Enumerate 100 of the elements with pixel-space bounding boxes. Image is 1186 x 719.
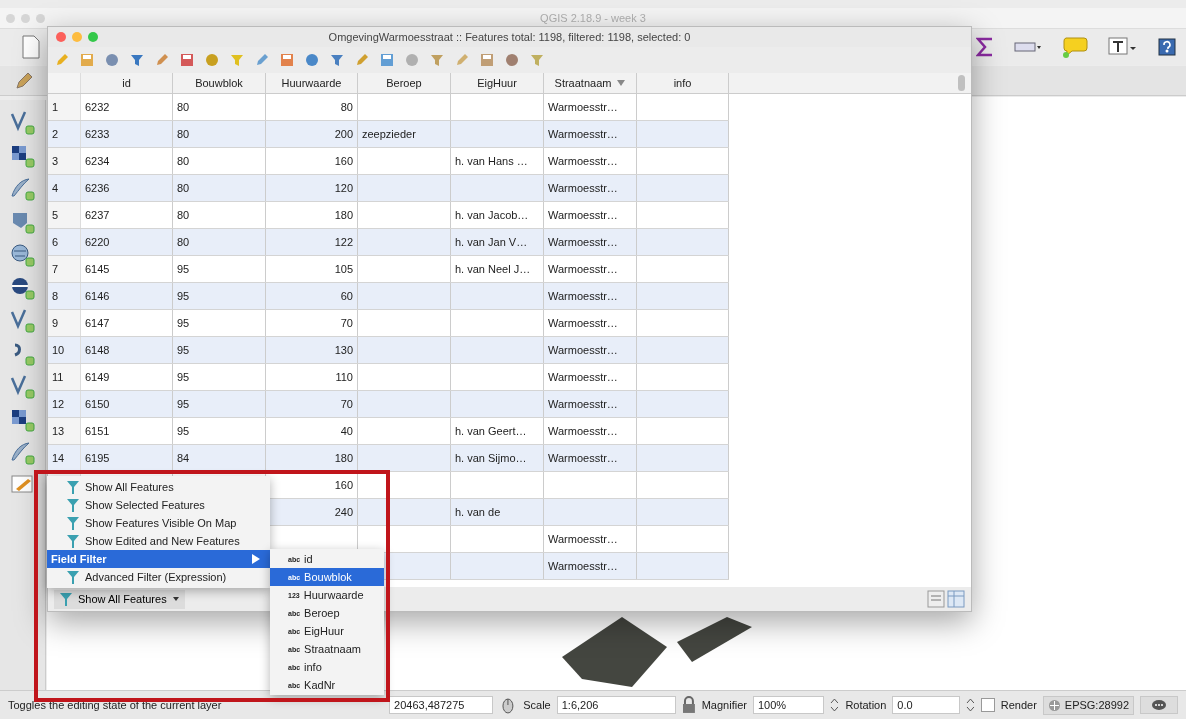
- column-header[interactable]: id: [81, 73, 173, 93]
- spinner-icon[interactable]: [830, 697, 840, 713]
- row-number[interactable]: 7: [48, 256, 81, 282]
- window-title: QGIS 2.18.9 - week 3: [540, 12, 646, 24]
- spinner-icon[interactable]: [965, 697, 975, 713]
- table-cell: Warmoesstr…: [548, 128, 618, 140]
- rotation-field[interactable]: 0.0: [892, 696, 960, 714]
- table-cell: 80: [177, 128, 190, 140]
- row-number[interactable]: 3: [48, 148, 81, 174]
- submenu-arrow-icon: [252, 554, 260, 564]
- filter-icon: [67, 516, 79, 530]
- add-layer-icon[interactable]: [8, 242, 37, 268]
- column-header[interactable]: Beroep: [358, 73, 451, 93]
- toolbar-icon[interactable]: [154, 52, 170, 68]
- table-cell: Warmoesstr…: [548, 209, 618, 221]
- table-cell: 6220: [85, 236, 110, 248]
- close-button[interactable]: [56, 32, 66, 42]
- table-cell: 180: [334, 452, 353, 464]
- add-layer-icon[interactable]: [8, 374, 37, 400]
- scale-field[interactable]: 1:6,206: [556, 696, 676, 714]
- menu-item[interactable]: Show Features Visible On Map: [47, 514, 270, 532]
- render-checkbox[interactable]: [980, 698, 995, 712]
- toolbar-icon[interactable]: [379, 52, 395, 68]
- text-annotation-icon[interactable]: [1108, 37, 1138, 57]
- column-header[interactable]: Straatnaam: [544, 73, 637, 93]
- table-cell: 105: [334, 263, 353, 275]
- edit-icon[interactable]: [9, 473, 36, 495]
- column-header[interactable]: Bouwblok: [173, 73, 266, 93]
- menu-item[interactable]: Show All Features: [47, 478, 270, 496]
- toolbar-icon[interactable]: [129, 52, 145, 68]
- column-header[interactable]: EigHuur: [451, 73, 544, 93]
- toolbar-icon[interactable]: [179, 52, 195, 68]
- menu-item[interactable]: Field Filter: [47, 550, 270, 568]
- toolbar-icon[interactable]: [204, 52, 220, 68]
- toolbar-icon[interactable]: [54, 52, 70, 68]
- table-cell: 6195: [85, 452, 110, 464]
- table-cell: 6232: [85, 101, 110, 113]
- row-number[interactable]: 11: [48, 364, 81, 390]
- filter-icon: [67, 480, 79, 494]
- row-number[interactable]: 5: [48, 202, 81, 228]
- table-cell: 200: [334, 128, 353, 140]
- ruler-icon[interactable]: [1014, 40, 1042, 54]
- table-cell: h. van Sijmo…: [455, 452, 527, 464]
- table-cell: 240: [334, 506, 353, 518]
- window-title: OmgevingWarmoesstraat :: Features total: 1198, filtered: 1198, selected: 0: [328, 31, 691, 43]
- pencil-icon[interactable]: [14, 70, 34, 91]
- toolbar-icon[interactable]: [254, 52, 270, 68]
- table-cell: Warmoesstr…: [548, 344, 618, 356]
- table-cell: Warmoesstr…: [548, 263, 618, 275]
- toolbar-icon[interactable]: [429, 52, 445, 68]
- table-view-icon[interactable]: [947, 590, 965, 608]
- crs-button[interactable]: EPSG:28992: [1042, 695, 1134, 715]
- toolbar-icon[interactable]: [104, 52, 120, 68]
- toolbar-icon[interactable]: [504, 52, 520, 68]
- toolbar-icon[interactable]: [79, 52, 95, 68]
- render-label: Render: [1000, 699, 1037, 711]
- menu-item[interactable]: Show Edited and New Features: [47, 532, 270, 550]
- filter-dropdown-button[interactable]: Show All Features: [54, 589, 185, 609]
- coordinate-field[interactable]: 20463,487275: [389, 696, 494, 714]
- caret-icon: [172, 597, 179, 601]
- table-cell: h. van Geert…: [455, 425, 527, 437]
- toolbar-icon[interactable]: [329, 52, 345, 68]
- new-document-icon[interactable]: [22, 35, 40, 59]
- add-layer-icon[interactable]: [8, 308, 37, 334]
- sum-icon[interactable]: [976, 37, 994, 57]
- zoom-button[interactable]: [88, 32, 98, 42]
- column-header[interactable]: Huurwaarde: [266, 73, 358, 93]
- table-cell: Warmoesstr…: [548, 533, 618, 545]
- speech-bubble-icon[interactable]: [1062, 36, 1088, 58]
- toolbar-icon[interactable]: [454, 52, 470, 68]
- row-number[interactable]: 9: [48, 310, 81, 336]
- table-cell: 70: [340, 317, 353, 329]
- toolbar-icon[interactable]: [479, 52, 495, 68]
- table-cell: 40: [340, 425, 353, 437]
- scrollbar[interactable]: [958, 75, 965, 91]
- row-number[interactable]: 13: [48, 418, 81, 444]
- filter-icon: [67, 534, 79, 548]
- table-cell: 60: [340, 290, 353, 302]
- toolbar-icon[interactable]: [404, 52, 420, 68]
- toolbar-icon[interactable]: [354, 52, 370, 68]
- scale-label: Scale: [523, 699, 551, 711]
- magnifier-field[interactable]: 100%: [752, 696, 825, 714]
- table-cell: 180: [334, 209, 353, 221]
- toolbar-icon[interactable]: [529, 52, 545, 68]
- table-cell: Warmoesstr…: [548, 182, 618, 194]
- messages-button[interactable]: [1140, 696, 1178, 714]
- help-icon[interactable]: [1158, 38, 1176, 56]
- lock-icon[interactable]: [681, 696, 696, 714]
- menu-item[interactable]: Advanced Filter (Expression): [47, 568, 270, 586]
- table-cell: Warmoesstr…: [548, 452, 618, 464]
- toolbar-icon[interactable]: [304, 52, 320, 68]
- table-cell: 70: [340, 398, 353, 410]
- column-header[interactable]: info: [637, 73, 729, 93]
- toolbar-icon[interactable]: [279, 52, 295, 68]
- table-cell: Warmoesstr…: [548, 290, 618, 302]
- row-number[interactable]: 1: [48, 94, 81, 120]
- add-layer-icon[interactable]: [8, 110, 37, 136]
- form-view-icon[interactable]: [927, 590, 945, 608]
- menu-item[interactable]: Show Selected Features: [47, 496, 270, 514]
- table-cell: 6237: [85, 209, 110, 221]
